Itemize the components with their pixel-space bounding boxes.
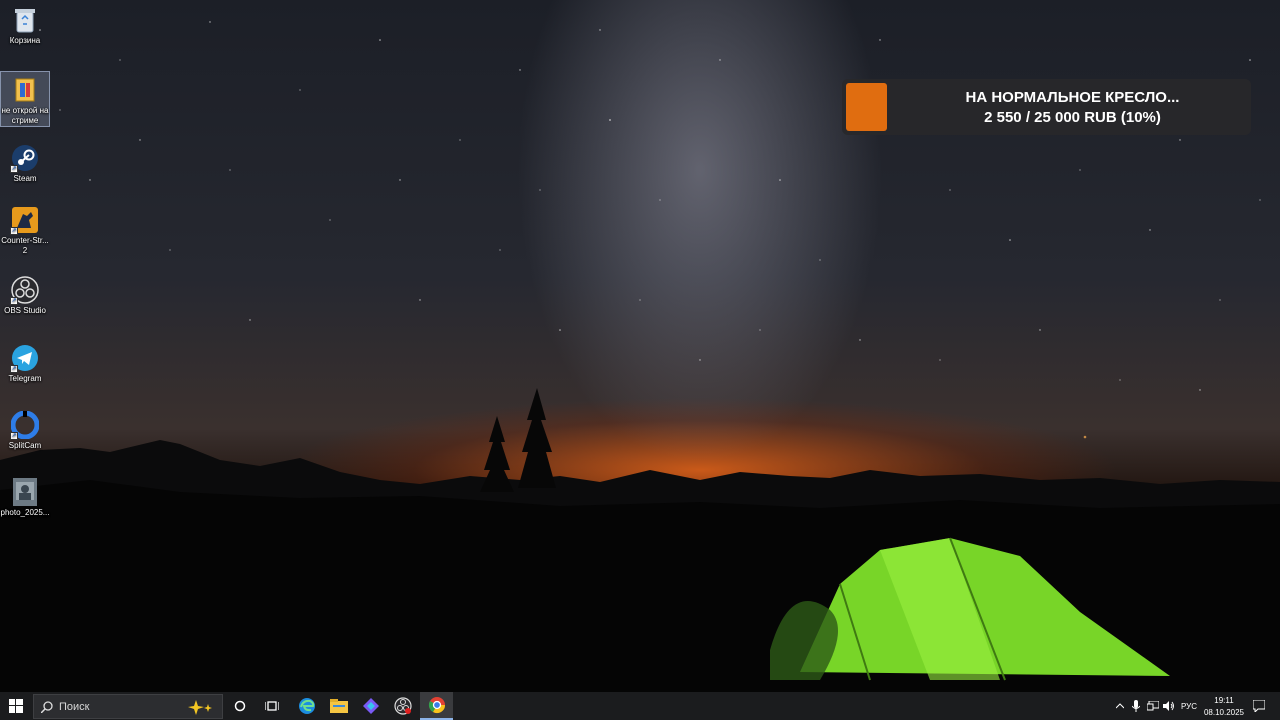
desktop-icon-telegram[interactable]: ↗ Telegram <box>0 340 50 384</box>
shortcut-arrow-icon: ↗ <box>10 432 18 440</box>
donation-title: НА НОРМАЛЬНОЕ КРЕСЛО... <box>965 89 1180 106</box>
language-indicator[interactable]: РУС <box>1181 702 1197 711</box>
shortcut-arrow-icon: ↗ <box>10 227 18 235</box>
mountains-silhouette <box>0 388 1280 692</box>
desktop-icon-photo[interactable]: photo_2025... <box>0 474 50 518</box>
desktop-icon-label: стриме <box>11 116 39 125</box>
tray-overflow-button[interactable] <box>1114 692 1126 720</box>
taskbar-app-obs[interactable] <box>387 692 419 720</box>
chevron-up-icon <box>1116 703 1124 709</box>
cortana-icon <box>234 700 246 712</box>
desktop-icon-obs[interactable]: ↗ OBS Studio <box>0 272 50 316</box>
task-view-button[interactable] <box>258 692 286 720</box>
desktop-icon-label: SplitCam <box>8 441 42 450</box>
desktop-icon-secret-file[interactable]: не открой на стриме <box>0 71 50 127</box>
desktop-icon-label: Steam <box>13 174 37 183</box>
file-explorer-icon <box>330 699 348 713</box>
donation-goal-widget: НА НОРМАЛЬНОЕ КРЕСЛО... 2 550 / 25 000 R… <box>842 79 1251 135</box>
counter-strike-icon: ↗ <box>10 206 39 235</box>
recycle-bin-icon <box>11 6 39 34</box>
shortcut-arrow-icon: ↗ <box>10 165 18 173</box>
microphone-icon <box>1132 700 1140 712</box>
obs-icon: ↗ <box>10 276 39 305</box>
taskbar-app-copilot[interactable] <box>355 692 387 720</box>
file-icon <box>11 76 39 104</box>
volume-icon <box>1163 701 1174 711</box>
desktop-icon-label: Counter-Str... <box>1 236 49 245</box>
edge-icon <box>299 698 315 714</box>
taskbar-search-box[interactable]: Поиск <box>33 694 223 719</box>
shortcut-arrow-icon: ↗ <box>10 365 18 373</box>
search-highlight-icon <box>188 700 212 715</box>
donation-progress-bar <box>846 83 887 131</box>
shortcut-arrow-icon: ↗ <box>10 297 18 305</box>
copilot-icon <box>363 698 379 714</box>
tray-volume[interactable] <box>1162 692 1176 720</box>
cortana-button[interactable] <box>226 692 254 720</box>
desktop-icon-label: Telegram <box>8 374 42 383</box>
chrome-icon <box>428 697 445 714</box>
splitcam-icon: ↗ <box>10 411 39 440</box>
tray-microphone[interactable] <box>1130 692 1142 720</box>
clock-date[interactable]: 08.10.2025 <box>1201 708 1247 717</box>
desktop-icon-label: не открой на <box>1 106 49 115</box>
search-placeholder: Поиск <box>59 701 90 713</box>
task-view-icon <box>265 701 279 711</box>
taskbar: Поиск РУС 19:11 08.10.2025 <box>0 692 1280 720</box>
desktop-icon-splitcam[interactable]: ↗ SplitCam <box>0 407 50 451</box>
tray-network[interactable] <box>1146 692 1160 720</box>
donation-amount: 2 550 / 25 000 RUB (10%) <box>984 109 1161 126</box>
search-icon <box>41 701 53 713</box>
start-button[interactable] <box>0 692 32 720</box>
desktop-icon-label: photo_2025... <box>0 508 50 517</box>
network-icon <box>1147 701 1159 711</box>
photo-icon <box>11 478 39 506</box>
desktop-icon-counter-strike[interactable]: ↗ Counter-Str... 2 <box>0 202 50 256</box>
notification-icon <box>1253 700 1265 712</box>
desktop-icon-label: Корзина <box>9 36 41 45</box>
desktop-icon-label: 2 <box>22 246 28 255</box>
steam-icon: ↗ <box>10 144 39 173</box>
obs-icon <box>394 697 412 715</box>
taskbar-app-edge[interactable] <box>291 692 323 720</box>
notification-center-button[interactable] <box>1250 692 1268 720</box>
telegram-icon: ↗ <box>10 344 39 373</box>
taskbar-app-chrome[interactable] <box>420 692 453 720</box>
taskbar-app-explorer[interactable] <box>323 692 355 720</box>
windows-logo-icon <box>9 699 23 713</box>
desktop-icon-recycle-bin[interactable]: Корзина <box>0 2 50 46</box>
desktop-icon-steam[interactable]: ↗ Steam <box>0 140 50 184</box>
clock-time[interactable]: 19:11 <box>1204 696 1244 705</box>
desktop-icon-label: OBS Studio <box>4 306 46 315</box>
